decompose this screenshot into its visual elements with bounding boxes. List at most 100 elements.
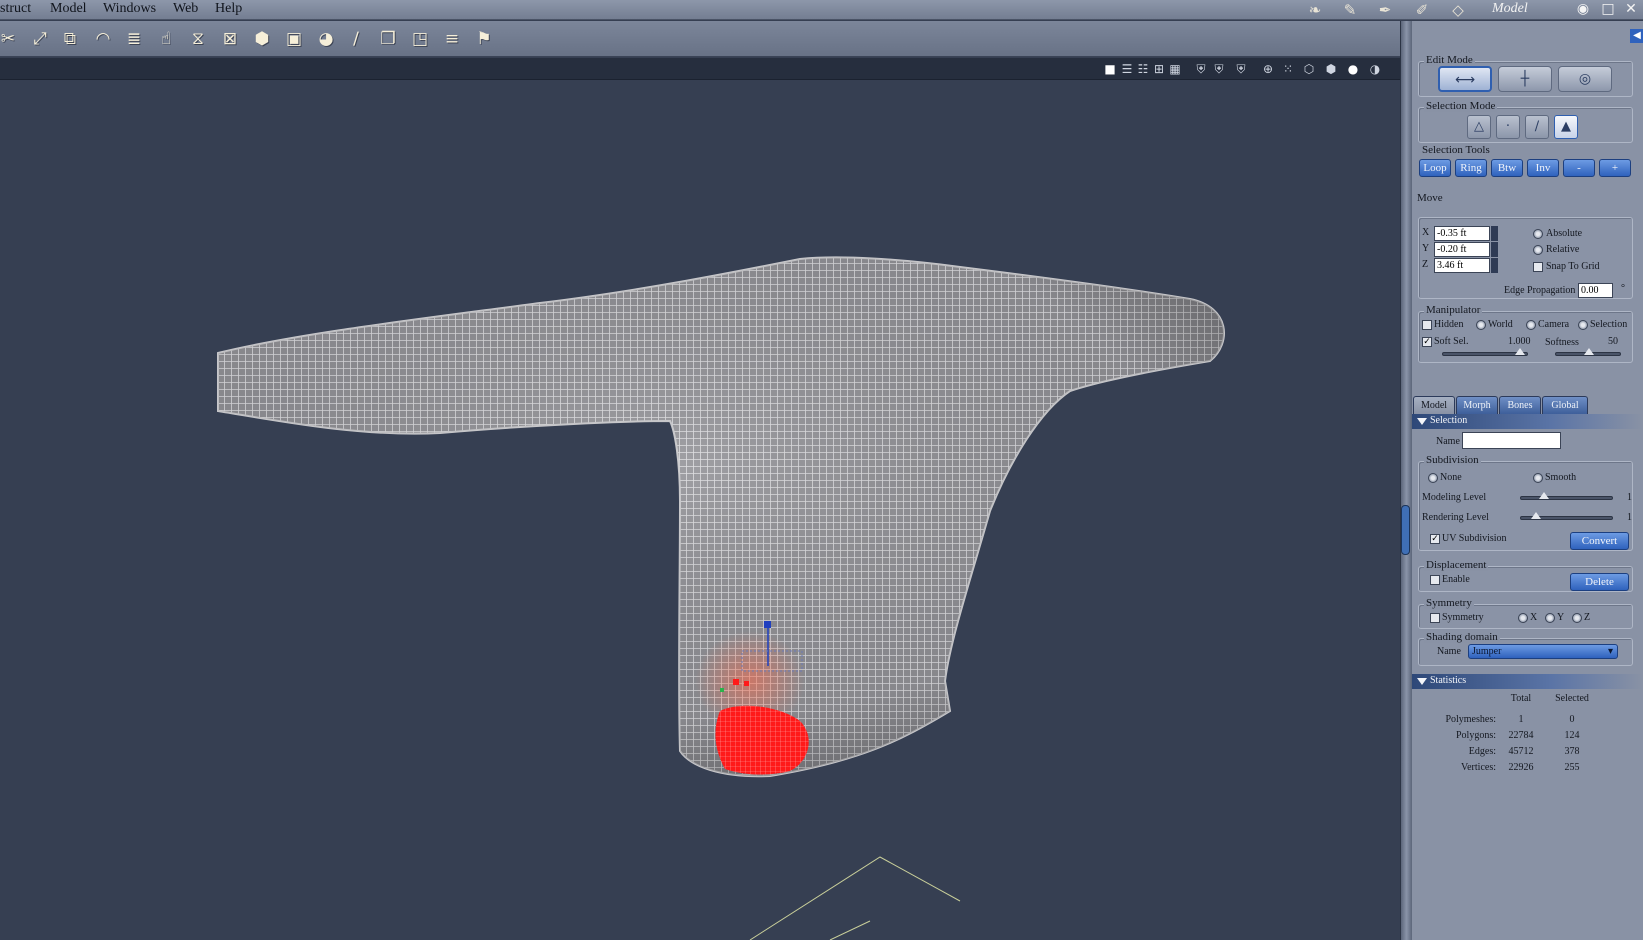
splitter-grip[interactable]: [1401, 505, 1410, 555]
rendering-level-slider[interactable]: [1520, 512, 1613, 520]
slider-thumb[interactable]: [1531, 512, 1541, 519]
soft-selection-checkbox[interactable]: ✓: [1422, 337, 1432, 347]
snap-grid-checkbox[interactable]: [1533, 262, 1543, 272]
z-field[interactable]: 3.46 ft: [1434, 258, 1490, 273]
goblet-icon[interactable]: ⧖: [186, 27, 210, 51]
split-three-icon[interactable]: ☷: [1135, 61, 1151, 77]
select-auto-button[interactable]: ▲: [1554, 115, 1578, 139]
menu-model[interactable]: Model: [50, 1, 87, 17]
shading-domain-select[interactable]: Jumper ▾: [1468, 644, 1618, 659]
split-horizontal-icon[interactable]: ☰: [1119, 61, 1135, 77]
menu-construct[interactable]: struct: [0, 1, 31, 17]
bag-icon[interactable]: ▣: [282, 27, 306, 51]
displacement-enable-checkbox[interactable]: [1430, 575, 1440, 585]
slider-thumb[interactable]: [1539, 492, 1549, 499]
convert-button[interactable]: Convert: [1570, 532, 1629, 550]
dome-icon[interactable]: ◠: [91, 27, 115, 51]
x-field[interactable]: -0.35 ft: [1434, 226, 1490, 241]
points-icon[interactable]: ⁙: [1280, 61, 1296, 77]
symmetry-z-radio[interactable]: [1572, 613, 1582, 623]
statistics-section-header[interactable]: Statistics: [1412, 674, 1643, 689]
subdivision-none-radio[interactable]: [1428, 473, 1438, 483]
sculpt-room-icon[interactable]: ✐: [1412, 1, 1432, 19]
wire-cube-icon[interactable]: ⬡: [1301, 61, 1317, 77]
soft-selection-slider[interactable]: [1442, 348, 1528, 356]
loop-button[interactable]: Loop: [1419, 159, 1451, 177]
hand-icon[interactable]: ☝: [154, 27, 178, 51]
selection-radio[interactable]: [1578, 320, 1588, 330]
paint-room-icon[interactable]: ✎: [1340, 1, 1360, 19]
pen-room-icon[interactable]: ✒: [1375, 1, 1395, 19]
symmetry-y-radio[interactable]: [1545, 613, 1555, 623]
textured-shade-icon[interactable]: ◑: [1367, 61, 1383, 77]
relative-radio[interactable]: [1533, 245, 1543, 255]
y-field[interactable]: -0.20 ft: [1434, 242, 1490, 257]
grow-button[interactable]: +: [1599, 159, 1631, 177]
scissors-icon[interactable]: ✂: [0, 27, 20, 51]
subdivision-smooth-radio[interactable]: [1533, 473, 1543, 483]
invert-button[interactable]: Inv: [1527, 159, 1559, 177]
tab-bones[interactable]: Bones: [1499, 396, 1541, 414]
panel-splitter[interactable]: [1400, 21, 1412, 940]
ring-button[interactable]: Ring: [1455, 159, 1487, 177]
paper-icon[interactable]: ❐: [376, 27, 400, 51]
shield-a-icon[interactable]: ⛨: [1193, 61, 1209, 77]
solid-cube-icon[interactable]: ⬢: [1323, 61, 1339, 77]
delete-displacement-button[interactable]: Delete: [1570, 573, 1629, 591]
3d-viewport[interactable]: [0, 81, 1400, 940]
tab-morph[interactable]: Morph: [1456, 396, 1498, 414]
x-spinner[interactable]: [1491, 226, 1498, 241]
menu-windows[interactable]: Windows: [103, 1, 156, 17]
softness-slider[interactable]: [1555, 348, 1621, 356]
four-view-icon[interactable]: ⊞: [1151, 61, 1167, 77]
close-icon[interactable]: ✕: [1623, 1, 1639, 17]
feather-room-icon[interactable]: ❧: [1305, 1, 1325, 19]
tab-global[interactable]: Global: [1542, 396, 1588, 414]
shield-b-icon[interactable]: ⛨: [1211, 61, 1227, 77]
selection-name-field[interactable]: [1462, 432, 1561, 449]
world-radio[interactable]: [1476, 320, 1486, 330]
between-button[interactable]: Btw: [1491, 159, 1523, 177]
absolute-radio[interactable]: [1533, 229, 1543, 239]
select-polygon-button[interactable]: △: [1467, 115, 1491, 139]
edit-mode-soft-button[interactable]: ┼: [1498, 66, 1552, 92]
edit-mode-object-button[interactable]: ⟷: [1438, 66, 1492, 92]
box-icon[interactable]: ⊠: [218, 27, 242, 51]
shrink-button[interactable]: -: [1563, 159, 1595, 177]
model-room-icon[interactable]: ◇: [1448, 1, 1468, 19]
hidden-checkbox[interactable]: [1422, 320, 1432, 330]
fold-icon[interactable]: ◳: [408, 27, 432, 51]
smooth-shade-icon[interactable]: ●: [1345, 61, 1361, 77]
transform-icon[interactable]: ⧉: [58, 27, 82, 51]
modeling-level-slider[interactable]: [1520, 492, 1613, 500]
stack-icon[interactable]: ≡: [440, 27, 464, 51]
pin-icon[interactable]: ⚑: [472, 27, 496, 51]
slider-thumb[interactable]: [1515, 348, 1525, 355]
uv-subdivision-checkbox[interactable]: ✓: [1430, 534, 1440, 544]
menu-web[interactable]: Web: [173, 1, 198, 17]
eye-icon[interactable]: ◉: [1575, 1, 1591, 17]
y-spinner[interactable]: [1491, 242, 1498, 257]
select-vertex-button[interactable]: ·: [1496, 115, 1520, 139]
tab-model[interactable]: Model: [1413, 396, 1455, 414]
selection-section-header[interactable]: Selection: [1412, 414, 1643, 429]
symmetry-x-radio[interactable]: [1518, 613, 1528, 623]
sphere-icon[interactable]: ◕: [314, 27, 338, 51]
panel-collapse-icon[interactable]: ◀: [1630, 29, 1643, 43]
edge-propagation-field[interactable]: 0.00: [1578, 283, 1613, 298]
scale-icon[interactable]: ⤢: [28, 27, 52, 51]
symmetry-checkbox[interactable]: [1430, 613, 1440, 623]
compass-icon[interactable]: ⊕: [1260, 61, 1276, 77]
lathe-icon[interactable]: ≣: [122, 27, 146, 51]
camera-radio[interactable]: [1526, 320, 1536, 330]
select-edge-button[interactable]: ∕: [1525, 115, 1549, 139]
edit-mode-sculpt-button[interactable]: ◎: [1558, 66, 1612, 92]
menu-help[interactable]: Help: [215, 1, 242, 17]
single-view-icon[interactable]: ■: [1102, 61, 1118, 77]
cube-icon[interactable]: ⬢: [250, 27, 274, 51]
maximize-icon[interactable]: □: [1600, 1, 1616, 17]
shield-c-icon[interactable]: ⛨: [1233, 61, 1249, 77]
slider-thumb[interactable]: [1584, 348, 1594, 355]
layout-icon[interactable]: ▦: [1167, 61, 1183, 77]
z-spinner[interactable]: [1491, 258, 1498, 273]
